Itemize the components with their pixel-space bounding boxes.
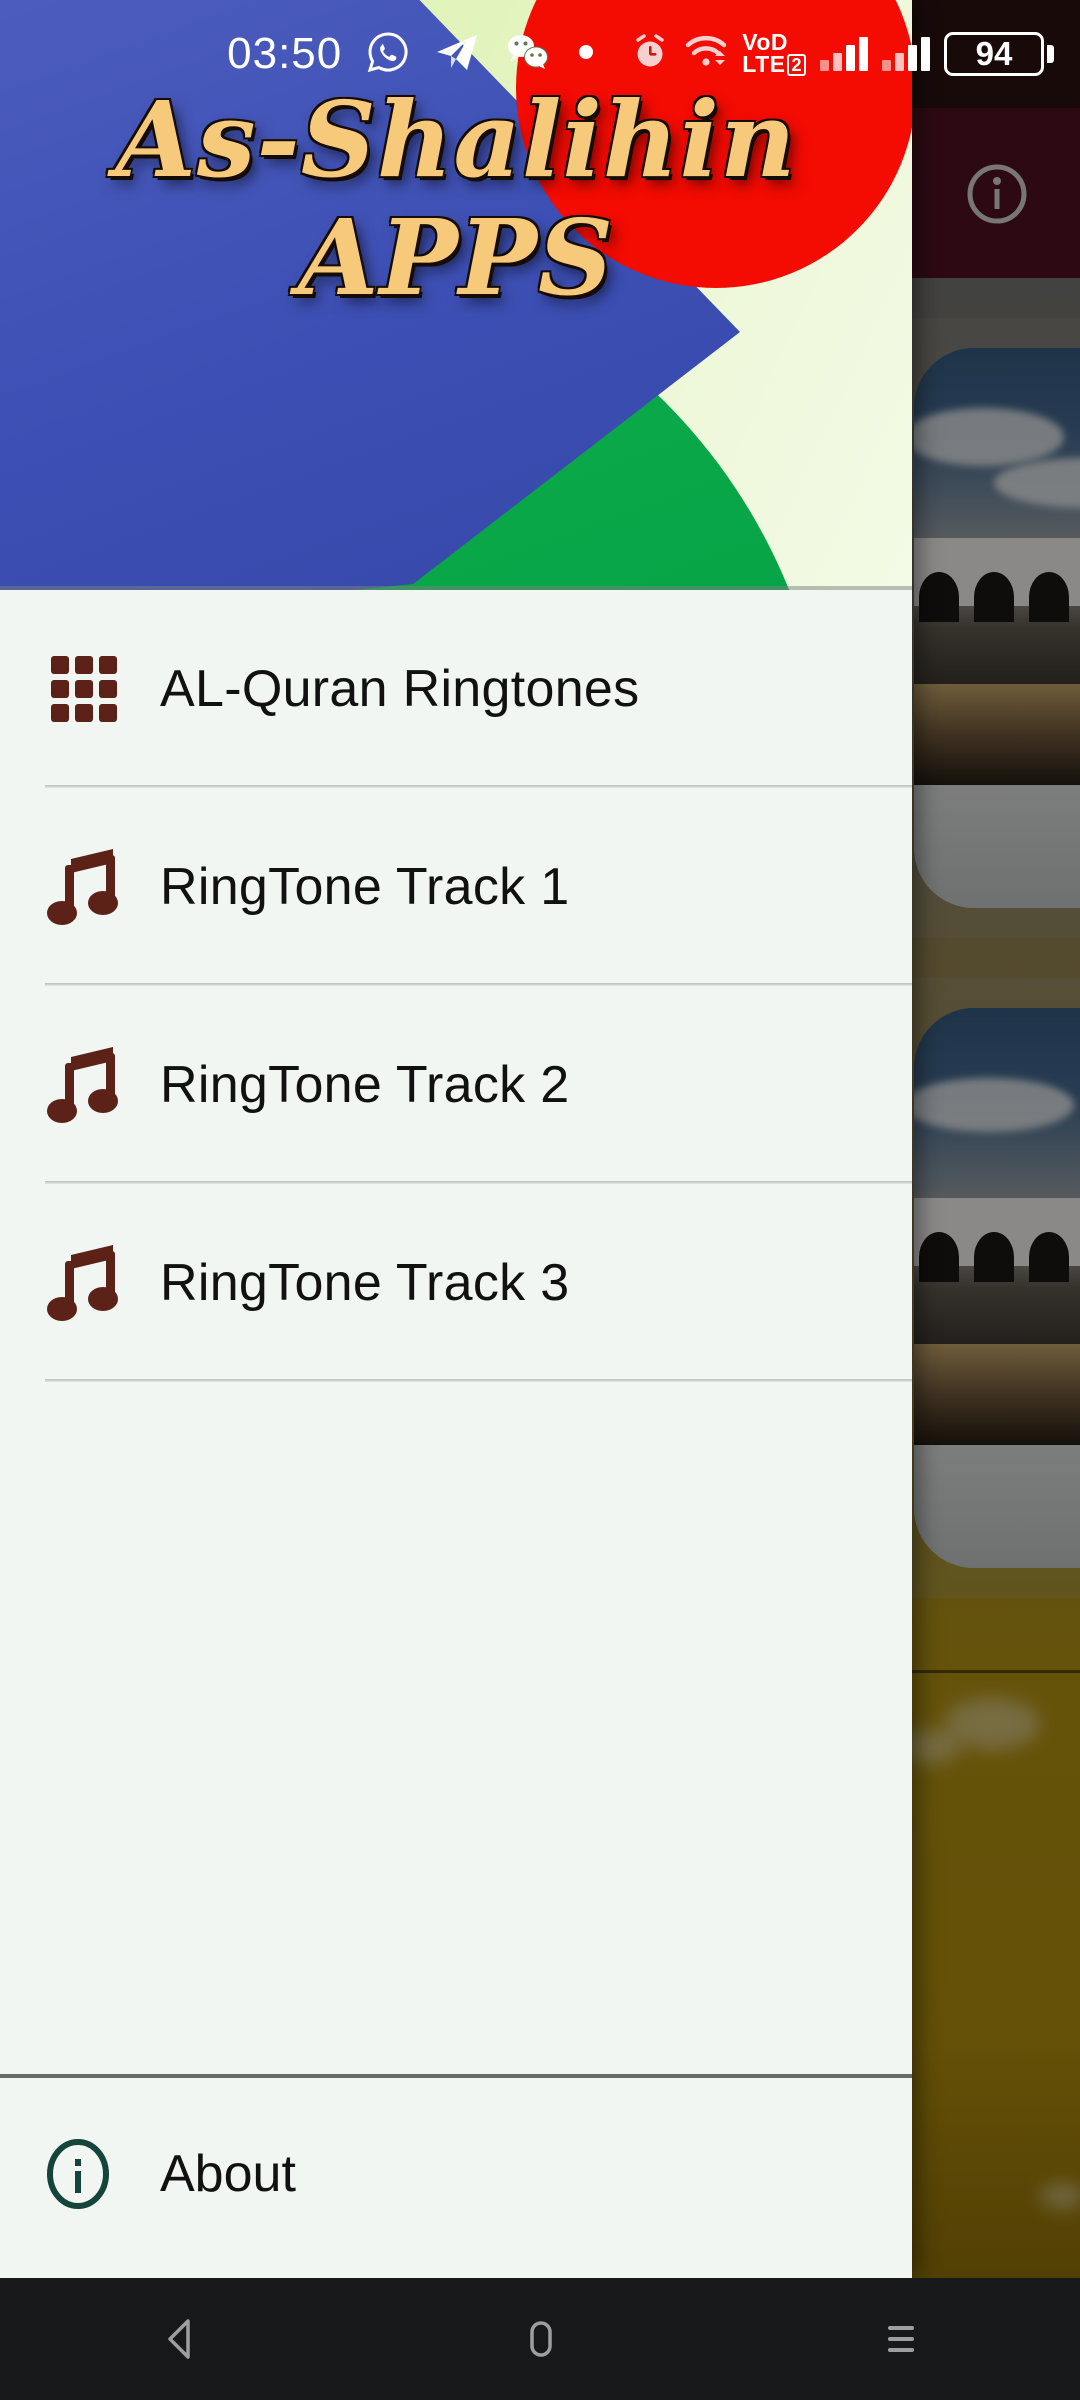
music-note-icon [45,1241,160,1325]
nav-back-button[interactable] [100,2278,260,2400]
nav-home-button[interactable] [460,2278,620,2400]
footer-divider [0,2074,912,2078]
drawer-item-label: AL-Quran Ringtones [160,660,640,718]
drawer-item-label: RingTone Track 3 [160,1254,570,1312]
music-note-icon [45,1043,160,1127]
drawer-item-label: RingTone Track 2 [160,1056,570,1114]
list-divider [45,1379,912,1382]
app-title-line1: As-Shalihin [115,78,797,201]
app-title-line2: APPS [297,196,615,319]
drawer-item-about[interactable]: About [0,2074,912,2274]
info-circle-icon [45,2137,160,2211]
nav-recents-button[interactable] [820,2278,980,2400]
app-title: As-Shalihin APPS [0,88,912,310]
android-navigation-bar [0,2278,1080,2400]
drawer-menu-list: AL-Quran Ringtones RingTone Track 1 Ring… [0,590,912,2166]
phone-screen: As-Shalihin APPS AL-Quran Ringtones Ring… [0,0,1080,2400]
drawer-header-banner: As-Shalihin APPS [0,0,912,590]
drawer-item-label: About [160,2145,296,2203]
drawer-item-ringtone-track-2[interactable]: RingTone Track 2 [0,986,912,1184]
drawer-item-ringtone-track-1[interactable]: RingTone Track 1 [0,788,912,986]
drawer-item-label: RingTone Track 1 [160,858,570,916]
grid-icon [45,650,160,728]
music-note-icon [45,845,160,929]
drawer-item-al-quran-ringtones[interactable]: AL-Quran Ringtones [0,590,912,788]
navigation-drawer: As-Shalihin APPS AL-Quran Ringtones Ring… [0,0,912,2278]
drawer-item-ringtone-track-3[interactable]: RingTone Track 3 [0,1184,912,1382]
drawer-footer: About [0,2074,912,2278]
